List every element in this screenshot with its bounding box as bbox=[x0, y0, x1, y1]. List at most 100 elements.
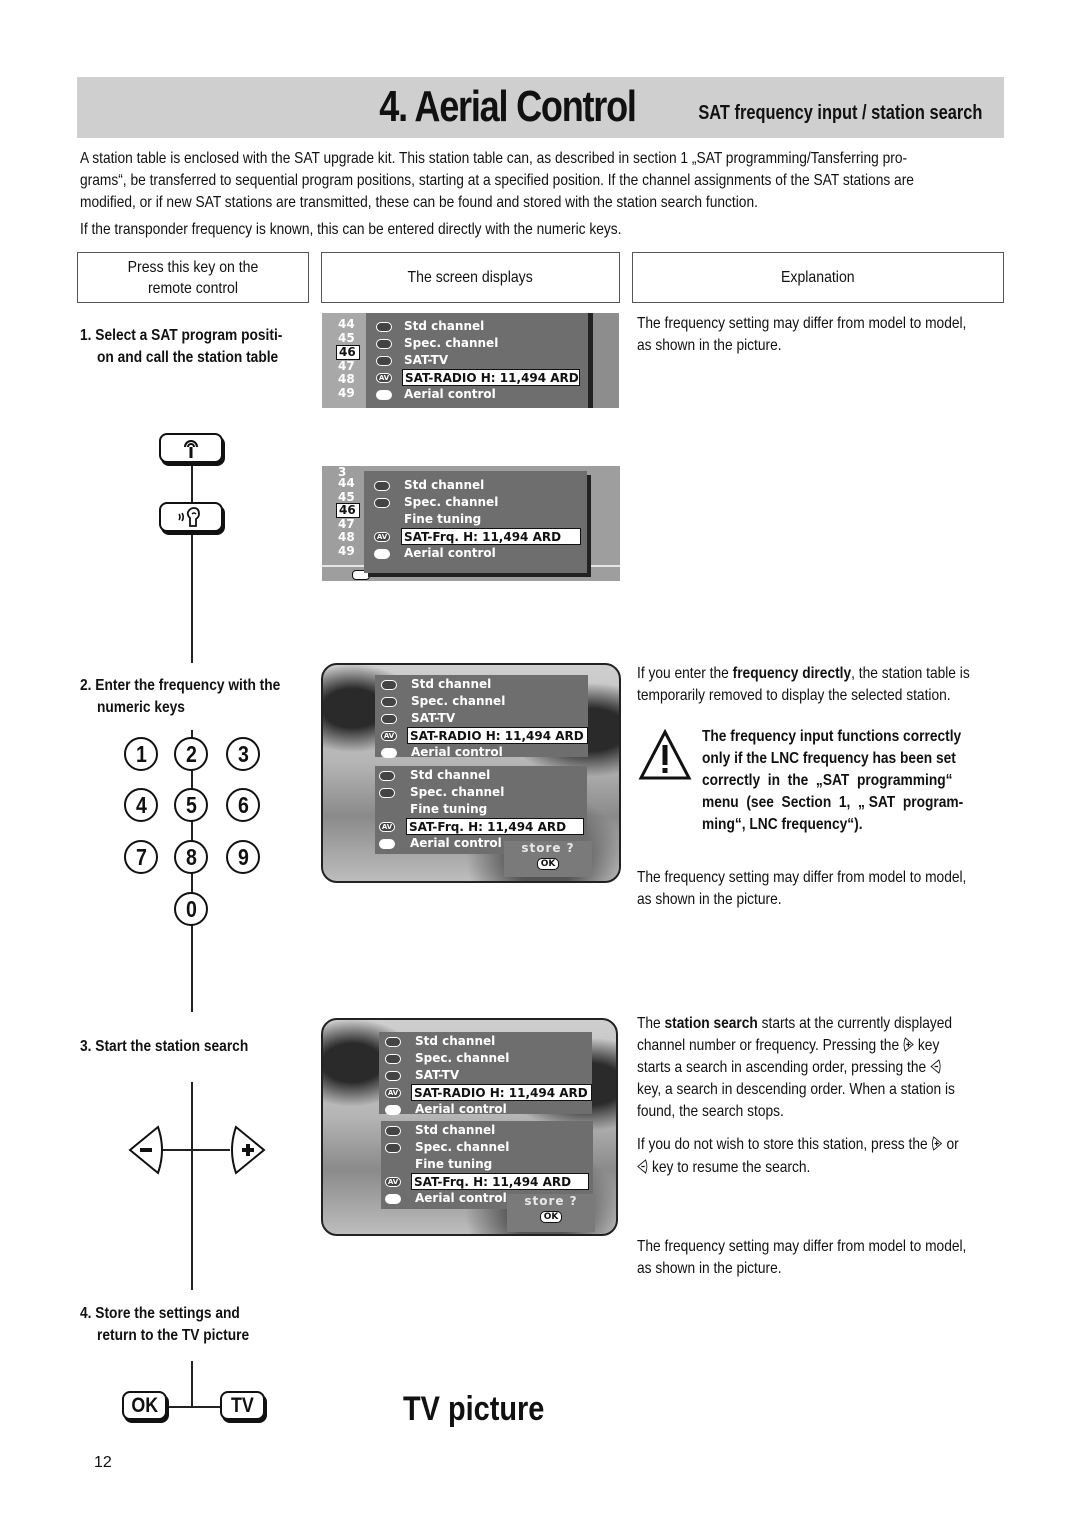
av-icon: AV bbox=[385, 1088, 401, 1098]
intro-line-3: modified, or if new SAT stations are tra… bbox=[80, 194, 758, 211]
minus-key-button[interactable] bbox=[128, 1124, 164, 1176]
menu-item-sat-frq-selected[interactable]: SAT-Frq. H: 11,494 ARD bbox=[406, 818, 584, 835]
explanation-text: If you do not wish to store this station… bbox=[637, 1136, 959, 1153]
ok-key-button[interactable]: OK bbox=[122, 1391, 167, 1420]
menu-item-aerial-control[interactable]: Aerial control bbox=[404, 545, 496, 562]
menu-item-std-channel[interactable]: Std channel bbox=[404, 477, 484, 494]
std-channel-icon bbox=[385, 1037, 401, 1047]
menu-item-fine-tuning[interactable]: Fine tuning bbox=[415, 1156, 492, 1173]
menu-item-spec-channel[interactable]: Spec. channel bbox=[415, 1050, 509, 1067]
store-prompt-text: store ? bbox=[524, 1194, 578, 1208]
tv-key-button[interactable]: TV bbox=[220, 1391, 265, 1420]
menu-item-std-channel[interactable]: Std channel bbox=[415, 1033, 495, 1050]
menu-item-sat-radio-selected[interactable]: SAT-RADIO H: 11,494 ARD bbox=[407, 727, 588, 744]
explanation-text: found, the search stops. bbox=[637, 1103, 784, 1120]
aerial-icon bbox=[184, 440, 198, 458]
spec-channel-icon bbox=[385, 1054, 401, 1064]
step-4-title-cont: return to the TV picture bbox=[97, 1327, 250, 1344]
program-number: 49 bbox=[338, 544, 355, 558]
minus-key-icon bbox=[637, 1159, 648, 1174]
av-icon: AV bbox=[381, 731, 397, 741]
menu-item-std-channel[interactable]: Std channel bbox=[410, 767, 490, 784]
plus-key-button[interactable] bbox=[230, 1124, 266, 1176]
section-title: 4. Aerial Control bbox=[379, 82, 638, 131]
warning-text: only if the LNC frequency has been set bbox=[702, 750, 956, 767]
plus-key-icon bbox=[903, 1037, 914, 1052]
explanation-text: key, a search in descending order. When … bbox=[637, 1081, 955, 1098]
program-number: 44 bbox=[338, 317, 355, 331]
menu-item-fine-tuning[interactable]: Fine tuning bbox=[410, 801, 487, 818]
osd-menu-station-table: Std channel Spec. channel SAT-TV AV SAT-… bbox=[375, 675, 588, 759]
av-icon: AV bbox=[379, 822, 395, 832]
connector-line bbox=[168, 1406, 220, 1408]
plus-key-icon bbox=[932, 1136, 943, 1151]
program-number: 44 bbox=[338, 476, 355, 490]
page-number: 12 bbox=[94, 1454, 112, 1471]
aerial-key-button[interactable] bbox=[159, 433, 223, 463]
sat-tv-icon bbox=[376, 356, 392, 366]
program-number: 48 bbox=[338, 530, 355, 544]
menu-item-sat-tv[interactable]: SAT-TV bbox=[411, 710, 455, 727]
menu-item-sat-tv[interactable]: SAT-TV bbox=[404, 352, 448, 369]
menu-item-std-channel[interactable]: Std channel bbox=[404, 318, 484, 335]
std-channel-icon bbox=[385, 1126, 401, 1136]
menu-item-spec-channel[interactable]: Spec. channel bbox=[415, 1139, 509, 1156]
numeric-key-1[interactable]: 1 bbox=[124, 737, 158, 771]
connector-line bbox=[191, 462, 193, 502]
menu-item-aerial-control[interactable]: Aerial control bbox=[415, 1101, 507, 1118]
aerial-control-icon bbox=[374, 549, 390, 559]
explanation-station-search: The station search starts at the current… bbox=[637, 1015, 953, 1032]
intro-line-2: grams“, be transferred to sequential pro… bbox=[80, 172, 914, 189]
menu-item-aerial-control[interactable]: Aerial control bbox=[415, 1190, 507, 1207]
osd-background bbox=[593, 313, 619, 408]
warning-text: menu (see Section 1, „ SAT program- bbox=[702, 794, 964, 811]
program-number: 49 bbox=[338, 386, 355, 400]
std-channel-icon bbox=[381, 680, 397, 690]
numeric-key-7[interactable]: 7 bbox=[124, 840, 158, 874]
menu-item-aerial-control[interactable]: Aerial control bbox=[411, 744, 503, 761]
std-channel-icon bbox=[379, 771, 395, 781]
menu-item-sat-radio-selected[interactable]: SAT-RADIO H: 11,494 ARD bbox=[402, 369, 580, 386]
aerial-control-icon bbox=[385, 1194, 401, 1204]
numeric-key-4[interactable]: 4 bbox=[124, 788, 158, 822]
menu-item-spec-channel[interactable]: Spec. channel bbox=[410, 784, 504, 801]
numeric-key-0[interactable]: 0 bbox=[174, 892, 208, 926]
menu-item-std-channel[interactable]: Std channel bbox=[415, 1122, 495, 1139]
menu-item-spec-channel[interactable]: Spec. channel bbox=[411, 693, 505, 710]
store-ok-button[interactable]: OK bbox=[539, 1211, 563, 1223]
menu-item-aerial-control[interactable]: Aerial control bbox=[404, 386, 496, 403]
spec-channel-icon bbox=[376, 339, 392, 349]
explanation-text: channel number or frequency. Pressing th… bbox=[637, 1037, 940, 1054]
minus-icon bbox=[140, 1148, 152, 1152]
numeric-key-8[interactable]: 8 bbox=[174, 840, 208, 874]
minus-key-icon bbox=[930, 1059, 941, 1074]
program-number: 48 bbox=[338, 372, 355, 386]
osd-menu-station-table: Std channel Spec. channel SAT-TV AV SAT-… bbox=[366, 313, 588, 408]
step-1-title-cont: on and call the station table bbox=[97, 349, 279, 366]
section-subtitle: SAT frequency input / station search bbox=[697, 102, 982, 124]
numeric-key-6[interactable]: 6 bbox=[226, 788, 260, 822]
menu-item-fine-tuning[interactable]: Fine tuning bbox=[404, 511, 481, 528]
special-channel-key-button[interactable] bbox=[159, 502, 223, 532]
av-icon: AV bbox=[376, 373, 392, 383]
numeric-key-5[interactable]: 5 bbox=[174, 788, 208, 822]
connector-line bbox=[191, 1361, 193, 1407]
spec-channel-icon bbox=[381, 697, 397, 707]
menu-item-spec-channel[interactable]: Spec. channel bbox=[404, 335, 498, 352]
menu-item-sat-frq-selected[interactable]: SAT-Frq. H: 11,494 ARD bbox=[401, 528, 581, 545]
menu-item-sat-tv[interactable]: SAT-TV bbox=[415, 1067, 459, 1084]
menu-item-sat-radio-selected[interactable]: SAT-RADIO H: 11,494 ARD bbox=[411, 1084, 592, 1101]
store-ok-button[interactable]: OK bbox=[536, 858, 560, 870]
section-header: 4. Aerial Control SAT frequency input / … bbox=[77, 77, 1004, 138]
column-header-screen: The screen displays bbox=[321, 252, 620, 303]
menu-item-aerial-control[interactable]: Aerial control bbox=[410, 835, 502, 852]
menu-item-std-channel[interactable]: Std channel bbox=[411, 676, 491, 693]
menu-item-spec-channel[interactable]: Spec. channel bbox=[404, 494, 498, 511]
numeric-key-3[interactable]: 3 bbox=[226, 737, 260, 771]
menu-item-sat-frq-selected[interactable]: SAT-Frq. H: 11,494 ARD bbox=[411, 1173, 589, 1190]
numeric-key-2[interactable]: 2 bbox=[174, 737, 208, 771]
av-icon: AV bbox=[374, 532, 390, 542]
numeric-key-9[interactable]: 9 bbox=[226, 840, 260, 874]
step-2-title-cont: numeric keys bbox=[97, 699, 185, 716]
program-number: 45 bbox=[338, 331, 355, 345]
